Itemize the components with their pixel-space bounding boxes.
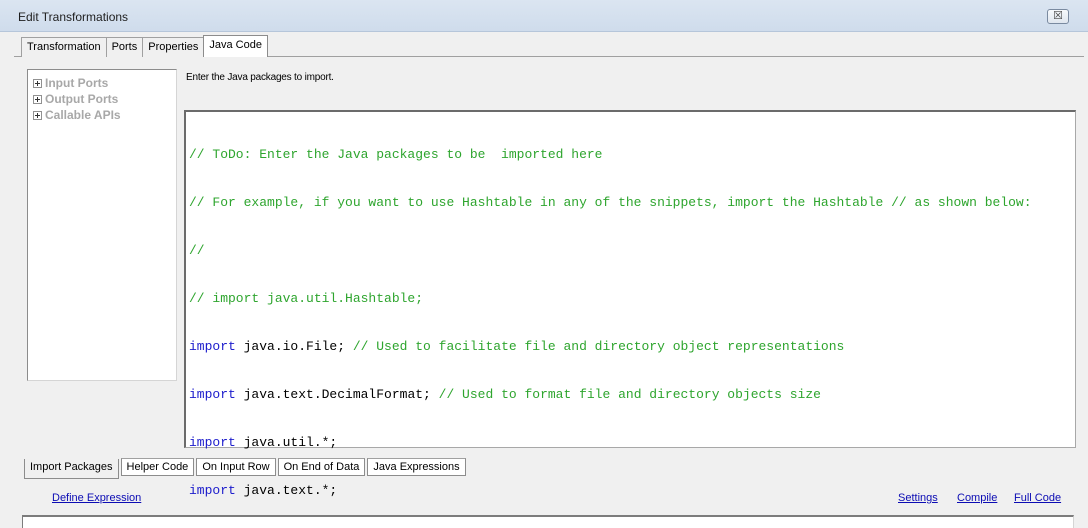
tab-on-input-row[interactable]: On Input Row (196, 458, 276, 476)
tree-item-label: Callable APIs (45, 108, 121, 122)
expand-icon[interactable] (33, 110, 42, 120)
tab-on-end-of-data[interactable]: On End of Data (277, 458, 366, 476)
close-icon: ☒ (1053, 10, 1063, 22)
code-line: // For example, if you want to use Hasht… (189, 195, 1032, 210)
tab-properties[interactable]: Properties (142, 37, 205, 57)
tree-item-output-ports[interactable]: Output Ports (33, 92, 118, 106)
tab-java-code[interactable]: Java Code (203, 35, 268, 57)
code-editor[interactable]: // ToDo: Enter the Java packages to be i… (184, 110, 1076, 498)
code-line: import java.text.DecimalFormat; // Used … (189, 387, 821, 402)
expand-icon[interactable] (33, 94, 42, 104)
tree-item-label: Output Ports (45, 92, 119, 106)
code-line: import java.io.File; // Used to facilita… (189, 339, 845, 354)
tab-helper-code[interactable]: Helper Code (120, 458, 195, 476)
description-area: Enter the Java packages to import. (184, 70, 1076, 110)
top-tab-strip: Transformation Ports Properties Java Cod… (21, 35, 268, 57)
define-expression-link[interactable]: Define Expression (52, 492, 141, 504)
compile-link[interactable]: Compile (957, 492, 997, 504)
tab-transformation[interactable]: Transformation (21, 37, 107, 57)
code-line: // (189, 243, 205, 258)
settings-link[interactable]: Settings (898, 492, 938, 504)
tab-ports[interactable]: Ports (105, 37, 144, 57)
tree-item-callable-apis[interactable]: Callable APIs (33, 108, 121, 122)
navigator-tree[interactable]: Input Ports Output Ports Callable APIs (27, 69, 177, 381)
expand-icon[interactable] (33, 78, 42, 88)
tree-item-label: Input Ports (45, 76, 109, 90)
tree-item-input-ports[interactable]: Input Ports (33, 76, 108, 90)
tab-import-packages[interactable]: Import Packages (24, 459, 119, 479)
title-bar: Edit Transformations ☒ (0, 0, 1088, 32)
close-button[interactable]: ☒ (1047, 9, 1069, 24)
description-text: Enter the Java packages to import. (186, 72, 334, 83)
output-pane (22, 515, 1074, 528)
code-line: // ToDo: Enter the Java packages to be i… (189, 147, 603, 162)
code-line: // import java.util.Hashtable; (189, 291, 424, 306)
full-code-link[interactable]: Full Code (1014, 492, 1061, 504)
tab-java-expressions[interactable]: Java Expressions (367, 458, 466, 476)
java-code-panel: Input Ports Output Ports Callable APIs E… (18, 66, 1080, 498)
window-title: Edit Transformations (18, 10, 129, 24)
code-line: import java.util.*; (189, 435, 338, 450)
code-section-tabs: Import Packages Helper Code On Input Row… (24, 458, 468, 479)
